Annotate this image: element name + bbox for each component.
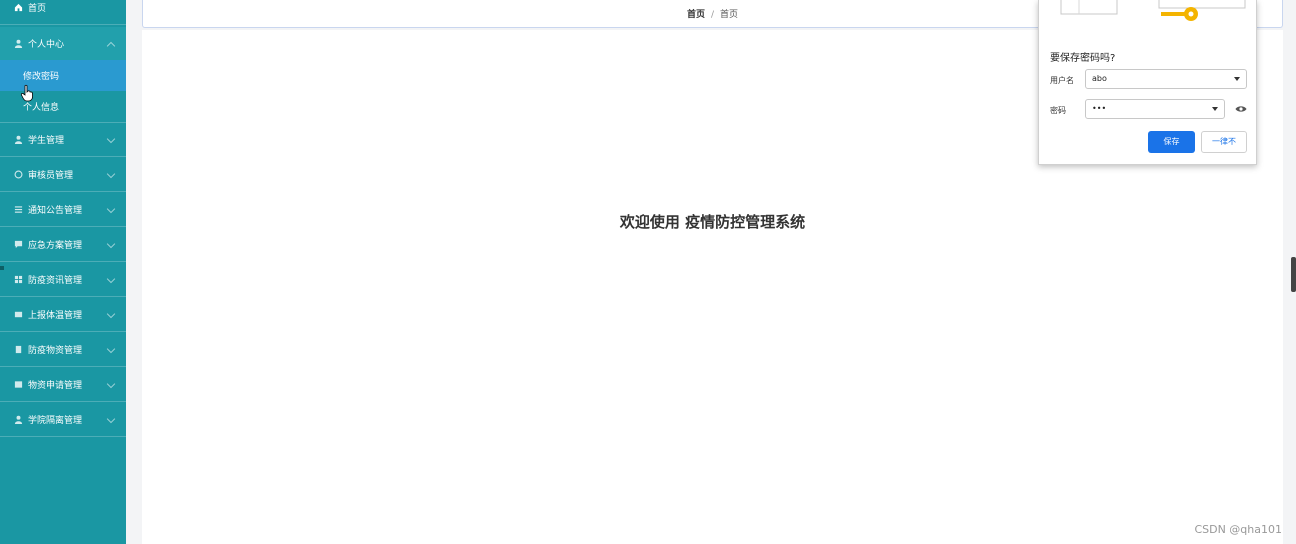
sidebar-item-emergency-plans[interactable]: 应急方案管理: [0, 228, 126, 262]
username-value: abo: [1092, 74, 1107, 83]
user-icon: [13, 135, 23, 145]
sidebar-item-label: 物资申请管理: [28, 381, 83, 391]
sidebar-item-label: 审核员管理: [28, 171, 74, 181]
sidebar-item-label: 防疫物资管理: [28, 346, 83, 356]
scrollbar-thumb[interactable]: [1291, 257, 1296, 292]
password-label: 密码: [1050, 106, 1066, 115]
welcome-title: 欢迎使用 疫情防控管理系统: [619, 213, 806, 231]
grid-icon: [13, 275, 23, 285]
popup-title: 要保存密码吗?: [1050, 53, 1116, 64]
sidebar-item-label: 个人中心: [28, 40, 65, 50]
edge-marker: [0, 266, 4, 270]
sidebar: 首页 个人中心 修改密码 个人信息 学生管理 审核员管理 通知公告管理 应急方案…: [0, 0, 126, 544]
chevron-down-icon: [106, 274, 116, 283]
sidebar-item-label: 学院隔离管理: [28, 416, 83, 426]
chevron-down-icon: [106, 309, 116, 318]
key-illustration-icon: [1060, 0, 1246, 21]
watermark: CSDN @qha101: [1194, 523, 1282, 536]
user-icon: [13, 415, 23, 425]
mouse-cursor-icon: [20, 84, 33, 102]
sidebar-subitem-personal-info[interactable]: 个人信息: [0, 91, 126, 122]
breadcrumb-separator: /: [710, 10, 715, 20]
sidebar-item-supplies[interactable]: 防疫物资管理: [0, 333, 126, 367]
breadcrumb-current: 首页: [720, 10, 739, 20]
list-icon: [13, 205, 23, 215]
sidebar-item-epidemic-news[interactable]: 防疫资讯管理: [0, 263, 126, 297]
never-button[interactable]: 一律不: [1201, 131, 1247, 153]
user-icon: [13, 39, 23, 49]
breadcrumb-home[interactable]: 首页: [687, 10, 705, 20]
password-value: •••: [1092, 104, 1107, 113]
chevron-down-icon: [106, 379, 116, 388]
save-password-popup: 要保存密码吗? 用户名 abo 密码 ••• 保存 一律不: [1038, 0, 1257, 165]
sidebar-item-temperature-reports[interactable]: 上报体温管理: [0, 298, 126, 332]
sidebar-item-label: 防疫资讯管理: [28, 276, 83, 286]
chevron-down-icon: [106, 239, 116, 248]
chevron-icon: [106, 41, 116, 50]
password-select[interactable]: •••: [1085, 99, 1225, 119]
sidebar-item-home[interactable]: 首页: [0, 0, 126, 25]
chevron-down-icon: [106, 204, 116, 213]
sidebar-item-notices[interactable]: 通知公告管理: [0, 193, 126, 227]
sidebar-item-label: 应急方案管理: [28, 241, 83, 251]
doc-icon: [13, 345, 23, 355]
username-label: 用户名: [1050, 76, 1074, 85]
badge-icon: [13, 170, 23, 180]
table-icon: [13, 380, 23, 390]
save-button[interactable]: 保存: [1148, 131, 1195, 153]
sidebar-item-label: 通知公告管理: [28, 206, 83, 216]
dropdown-arrow-icon: [1234, 77, 1240, 81]
chat-icon: [13, 240, 23, 250]
username-select[interactable]: abo: [1085, 69, 1247, 89]
sidebar-item-label: 首页: [28, 4, 47, 14]
chevron-down-icon: [106, 134, 116, 143]
sidebar-item-college-isolation[interactable]: 学院隔离管理: [0, 403, 126, 437]
sidebar-item-label: 学生管理: [28, 136, 65, 146]
monitor-icon: [13, 310, 23, 320]
home-icon: [13, 3, 23, 13]
sidebar-item-auditors[interactable]: 审核员管理: [0, 158, 126, 192]
sidebar-item-students[interactable]: 学生管理: [0, 123, 126, 157]
chevron-down-icon: [106, 344, 116, 353]
sidebar-item-supply-requests[interactable]: 物资申请管理: [0, 368, 126, 402]
sidebar-subitem-label: 修改密码: [23, 72, 60, 82]
sidebar-subitem-change-password[interactable]: 修改密码: [0, 60, 126, 91]
sidebar-item-label: 上报体温管理: [28, 311, 83, 321]
eye-icon[interactable]: [1235, 105, 1247, 113]
chevron-down-icon: [106, 169, 116, 178]
chevron-down-icon: [106, 414, 116, 423]
dropdown-arrow-icon: [1212, 107, 1218, 111]
sidebar-item-personal-center[interactable]: 个人中心: [0, 27, 126, 61]
